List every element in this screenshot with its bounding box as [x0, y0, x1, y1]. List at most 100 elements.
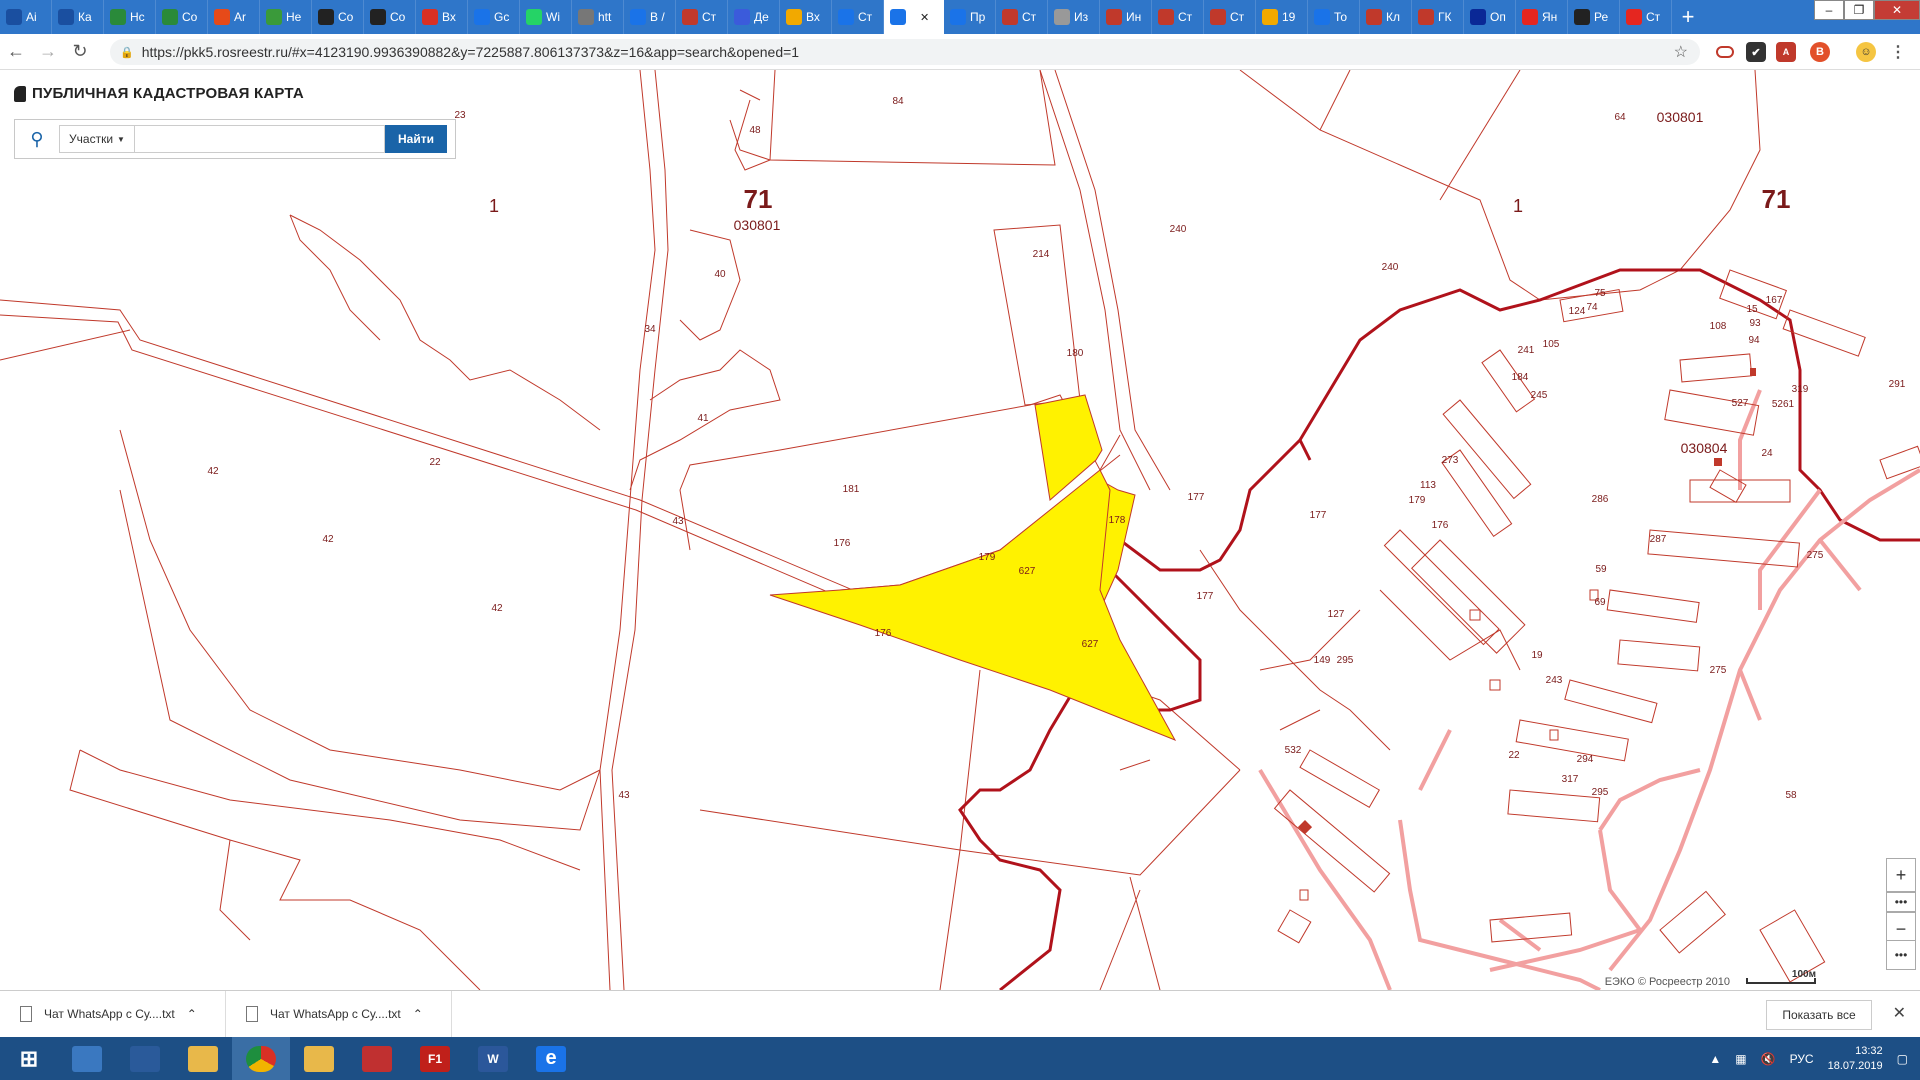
browser-tab[interactable]: Ст — [832, 0, 884, 34]
taskbar-network-icon[interactable] — [58, 1037, 116, 1080]
profile-avatar-icon[interactable]: ☺ — [1856, 42, 1876, 62]
download-item[interactable]: Чат WhatsApp с Су....txt ⌃ — [0, 990, 226, 1038]
browser-tab[interactable]: Ст — [1204, 0, 1256, 34]
person-icon — [1418, 9, 1434, 25]
extension-pdf-icon[interactable]: A — [1776, 42, 1796, 62]
taskbar-f1-icon[interactable]: F1 — [406, 1037, 464, 1080]
browser-tab[interactable]: Вх — [416, 0, 468, 34]
restore-button[interactable]: ❐ — [1844, 0, 1874, 20]
clock[interactable]: 13:32 18.07.2019 — [1828, 1044, 1883, 1074]
extension-b-icon[interactable]: B — [1810, 42, 1830, 62]
back-icon[interactable]: ← — [0, 34, 32, 70]
taskbar-certificate-icon[interactable] — [290, 1037, 348, 1080]
url-field[interactable]: 🔒 https://pkk5.rosreestr.ru/#x=4123190.9… — [110, 39, 1700, 65]
browser-tab[interactable]: Ст — [1152, 0, 1204, 34]
browser-tab[interactable]: Ai — [0, 0, 52, 34]
browser-tab[interactable]: Gc — [468, 0, 520, 34]
close-tab-icon[interactable]: ✕ — [920, 11, 929, 24]
tab-label: Co — [390, 10, 406, 24]
map-canvas[interactable]: 84 48 64 030801 1 71 71 030801 1 240 240 40 214 34 15 4… — [0, 70, 1920, 990]
browser-tab[interactable]: 19 — [1256, 0, 1308, 34]
taskbar-powershell-icon[interactable] — [116, 1037, 174, 1080]
taskbar-start-icon[interactable]: ⊞ — [0, 1037, 58, 1080]
map-pin-icon — [838, 9, 854, 25]
parcel-label: 295 — [1337, 655, 1354, 666]
close-window-button[interactable]: ✕ — [1874, 0, 1920, 20]
new-tab-button[interactable]: + — [1672, 0, 1704, 34]
more-icon[interactable]: ••• — [1886, 892, 1916, 912]
download-filename: Чат WhatsApp с Су....txt — [44, 1007, 175, 1021]
browser-tab[interactable]: Co — [364, 0, 416, 34]
extension-check-icon[interactable]: ✔ — [1746, 42, 1766, 62]
browser-tab[interactable]: Ст — [676, 0, 728, 34]
taskbar-chrome-icon[interactable] — [232, 1037, 290, 1080]
browser-tab[interactable]: ✕ — [884, 0, 944, 34]
search-type-select[interactable]: Участки ▼ — [59, 125, 135, 153]
browser-tab[interactable]: Нс — [104, 0, 156, 34]
search-input[interactable] — [135, 125, 385, 153]
browser-tab[interactable]: Ян — [1516, 0, 1568, 34]
minimize-button[interactable]: – — [1814, 0, 1844, 20]
browser-tab[interactable]: Кл — [1360, 0, 1412, 34]
browser-tab[interactable]: Де — [728, 0, 780, 34]
yandex-icon — [1522, 9, 1538, 25]
clock-date: 18.07.2019 — [1827, 1059, 1883, 1072]
browser-tab[interactable]: В / — [624, 0, 676, 34]
browser-tab[interactable]: Ст — [996, 0, 1048, 34]
tools-more-icon[interactable]: ••• — [1886, 940, 1916, 970]
taskbar-explorer-icon[interactable] — [174, 1037, 232, 1080]
zoom-in-button[interactable]: + — [1886, 858, 1916, 892]
tray-arrow-icon[interactable]: ▲ — [1709, 1052, 1721, 1066]
menu-kebab-icon[interactable]: ⋮ — [1888, 42, 1908, 62]
parcel-label: 273 — [1442, 455, 1459, 466]
mail-icon — [1262, 9, 1278, 25]
person-icon — [682, 9, 698, 25]
tab-label: Кл — [1386, 10, 1400, 24]
tab-label: Co — [182, 10, 198, 24]
volume-icon[interactable]: 🔇 — [1761, 1052, 1776, 1066]
browser-tab[interactable]: То — [1308, 0, 1360, 34]
search-icon[interactable]: ⚲ — [15, 120, 59, 158]
network-icon[interactable]: ▦ — [1735, 1052, 1746, 1066]
browser-tab[interactable]: Ка — [52, 0, 104, 34]
parcel-label: 1 — [489, 196, 499, 216]
browser-tab[interactable]: Ре — [1568, 0, 1620, 34]
download-item[interactable]: Чат WhatsApp с Су....txt ⌃ — [226, 990, 452, 1038]
star-icon[interactable]: ☆ — [1674, 42, 1688, 62]
browser-tab[interactable]: Пр — [944, 0, 996, 34]
taskbar-word-icon[interactable]: W — [464, 1037, 522, 1080]
parcel-label: 319 — [1792, 384, 1809, 395]
notifications-icon[interactable]: ▢ — [1897, 1052, 1908, 1066]
browser-tab[interactable]: htt — [572, 0, 624, 34]
parcel-label: 177 — [1188, 492, 1205, 503]
tab-label: 19 — [1282, 10, 1296, 24]
forward-icon[interactable]: → — [32, 34, 64, 70]
browser-tab[interactable]: ГК — [1412, 0, 1464, 34]
chevron-up-icon[interactable]: ⌃ — [413, 1007, 423, 1021]
browser-tab[interactable]: Co — [312, 0, 364, 34]
extension-cloud-icon[interactable] — [1716, 46, 1734, 58]
browser-tab[interactable]: Оп — [1464, 0, 1516, 34]
chevron-up-icon[interactable]: ⌃ — [187, 1007, 197, 1021]
tab-label: Gc — [494, 10, 510, 24]
browser-tab[interactable]: Вх — [780, 0, 832, 34]
find-button[interactable]: Найти — [385, 125, 447, 153]
map-pin-icon — [890, 9, 906, 25]
taskbar-app-c-icon[interactable] — [348, 1037, 406, 1080]
cadastral-map[interactable]: 84 48 64 030801 1 71 71 030801 1 240 240 40 214 34 15 4… — [0, 70, 1920, 990]
parcel-label: 295 — [1592, 787, 1609, 798]
browser-tab[interactable]: Не — [260, 0, 312, 34]
browser-tab[interactable]: Wi — [520, 0, 572, 34]
browser-tab[interactable]: Co — [156, 0, 208, 34]
show-all-downloads-button[interactable]: Показать все — [1766, 1000, 1872, 1030]
browser-tab[interactable]: Из — [1048, 0, 1100, 34]
parcel-label: 149 — [1314, 655, 1331, 666]
close-icon[interactable]: ✕ — [1893, 1003, 1906, 1023]
taskbar-ie-icon[interactable]: e — [522, 1037, 580, 1080]
parcel-label: 240 — [1170, 224, 1187, 235]
reload-icon[interactable]: ↻ — [64, 34, 96, 70]
browser-tab[interactable]: Ст — [1620, 0, 1672, 34]
browser-tab[interactable]: Ar — [208, 0, 260, 34]
language-indicator[interactable]: РУС — [1790, 1052, 1814, 1066]
browser-tab[interactable]: Ин — [1100, 0, 1152, 34]
